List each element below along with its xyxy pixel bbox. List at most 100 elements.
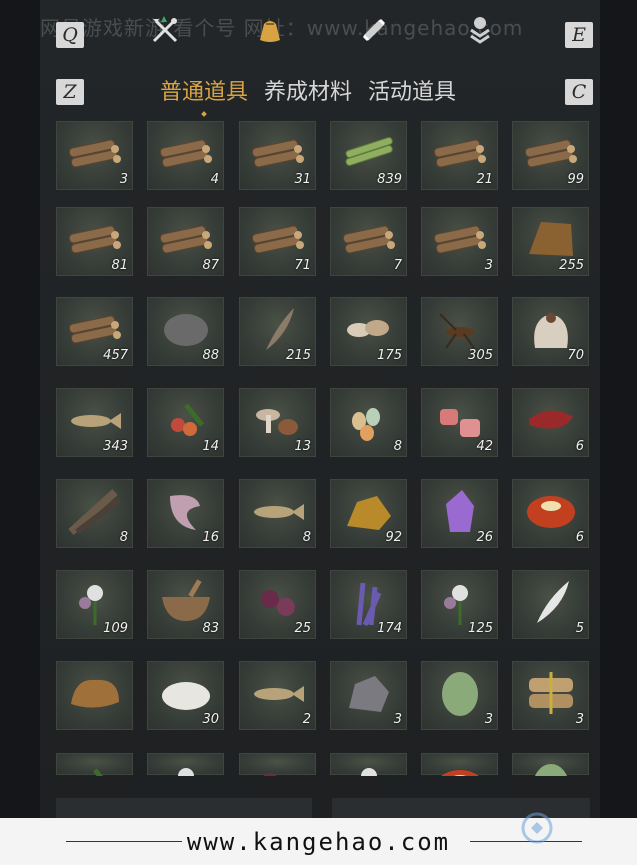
green-herb-icon: [339, 760, 399, 776]
inventory-slot-mushrooms[interactable]: 13: [239, 388, 316, 457]
mushroom-slices-icon: [339, 304, 399, 354]
inventory-slot-lavender[interactable]: 174: [330, 570, 407, 639]
bottom-section-headers: [56, 798, 590, 820]
key-q-hint[interactable]: Q: [56, 22, 84, 48]
inventory-slot-bamboo-bundle[interactable]: 839: [330, 121, 407, 190]
inventory-slot-log-bundle[interactable]: 3: [56, 121, 133, 190]
inventory-slot-herb-bowl[interactable]: 83: [147, 570, 224, 639]
log-stack-icon: [248, 214, 308, 264]
inventory-slot-white-flower[interactable]: [147, 753, 224, 776]
iron-ore-icon: [339, 668, 399, 718]
item-count: 6: [575, 530, 584, 545]
cricket-icon: [430, 304, 490, 354]
inventory-slot-eggs[interactable]: 8: [330, 388, 407, 457]
inventory-slot-log-bundle[interactable]: 99: [512, 121, 589, 190]
log-bundle-icon: [430, 128, 490, 178]
inventory-slot-purple-flower[interactable]: 25: [239, 570, 316, 639]
key-e-hint[interactable]: E: [565, 22, 593, 48]
tab-common-items[interactable]: 普通道具: [160, 74, 248, 106]
cotton-icon: [156, 668, 216, 718]
footer-url[interactable]: www.kangehao.com: [187, 828, 450, 856]
inventory-slot-red-berries[interactable]: [56, 753, 133, 776]
inventory-slot-white-feather[interactable]: 5: [512, 570, 589, 639]
inventory-slot-mushroom-slices[interactable]: 175: [330, 297, 407, 366]
log-bundle-icon: [156, 214, 216, 264]
stone-icon: [156, 304, 216, 354]
item-count: 81: [111, 258, 128, 273]
inventory-slot-meat-chunks[interactable]: 42: [421, 388, 498, 457]
silver-fish-icon: [248, 486, 308, 536]
key-z-hint[interactable]: Z: [56, 79, 84, 105]
inventory-slot-lychee[interactable]: 14: [147, 388, 224, 457]
inventory-slot-log-stack[interactable]: 31: [239, 121, 316, 190]
inventory-slot-stone[interactable]: 88: [147, 297, 224, 366]
item-count: 343: [103, 439, 128, 454]
inventory-slot-iron-ore[interactable]: 3: [330, 661, 407, 730]
log-bundle-icon: [65, 214, 125, 264]
tab-event-items[interactable]: 活动道具: [368, 74, 456, 106]
pouch-icon[interactable]: [254, 14, 286, 46]
inventory-slot-birch-logs[interactable]: 7: [330, 207, 407, 276]
crossed-tools-icon[interactable]: [149, 14, 181, 46]
inventory-slot-feathers[interactable]: 8: [56, 479, 133, 548]
item-count: 2: [302, 712, 311, 727]
log-bundle-icon: [156, 128, 216, 178]
item-count: 175: [377, 348, 402, 363]
item-count: 8: [393, 439, 402, 454]
inventory-slot-log-stack[interactable]: 71: [239, 207, 316, 276]
inventory-slot-melon[interactable]: 3: [421, 661, 498, 730]
inventory-slot-flame-spark[interactable]: [421, 753, 498, 776]
inventory-slot-brown-fur[interactable]: [56, 661, 133, 730]
bark-pile-icon: [521, 214, 581, 264]
inventory-slot-gold-ore[interactable]: 92: [330, 479, 407, 548]
amethyst-icon: [430, 486, 490, 536]
inventory-slot-pink-flower[interactable]: [239, 753, 316, 776]
inventory-slot-raw-steak[interactable]: 6: [512, 388, 589, 457]
item-count: 16: [202, 530, 219, 545]
inventory-slot-amethyst[interactable]: 26: [421, 479, 498, 548]
inventory-slot-log-bundle[interactable]: 4: [147, 121, 224, 190]
inventory-slot-log-bundle[interactable]: 21: [421, 121, 498, 190]
scroll-icon[interactable]: [358, 14, 390, 46]
inventory-slot-fur-pelt[interactable]: 16: [147, 479, 224, 548]
inventory-slot-cricket[interactable]: 305: [421, 297, 498, 366]
inventory-slot-cotton[interactable]: 30: [147, 661, 224, 730]
inventory-slot-cloth-bundle[interactable]: 3: [512, 661, 589, 730]
kangehao-logo: [521, 812, 553, 844]
agate-icon: [521, 486, 581, 536]
flame-spark-icon: [430, 760, 490, 776]
tab-growth-materials[interactable]: 养成材料: [264, 74, 352, 106]
category-tabs: 普通道具 养成材料 活动道具: [160, 74, 456, 106]
inventory-slot-silver-fish[interactable]: 8: [239, 479, 316, 548]
inventory-slot-log-bundle[interactable]: 87: [147, 207, 224, 276]
key-c-hint[interactable]: C: [565, 79, 593, 105]
item-count: 71: [294, 258, 311, 273]
fish-icon: [65, 395, 125, 445]
inventory-slot-log-bundle[interactable]: 81: [56, 207, 133, 276]
inventory-slot-green-fruit[interactable]: [512, 753, 589, 776]
item-count: 70: [567, 348, 584, 363]
inventory-slot-grain-sack[interactable]: 70: [512, 297, 589, 366]
item-count: 4: [210, 172, 219, 187]
inventory-slot-bark-pile[interactable]: 255: [512, 207, 589, 276]
item-count: 305: [468, 348, 493, 363]
log-bundle-icon: [65, 128, 125, 178]
pink-flower-icon: [248, 760, 308, 776]
inventory-slot-green-herb[interactable]: [330, 753, 407, 776]
rank-badge-icon[interactable]: [464, 14, 496, 46]
inventory-slot-white-lily[interactable]: 109: [56, 570, 133, 639]
item-count: 215: [286, 348, 311, 363]
gold-ore-icon: [339, 486, 399, 536]
inventory-slot-white-blossom[interactable]: 125: [421, 570, 498, 639]
fur-pelt-icon: [156, 486, 216, 536]
inventory-slot-river-fish[interactable]: 2: [239, 661, 316, 730]
inventory-slot-firewood[interactable]: 457: [56, 297, 133, 366]
feathers-icon: [65, 486, 125, 536]
item-count: 21: [476, 172, 493, 187]
inventory-slot-feather[interactable]: 215: [239, 297, 316, 366]
inventory-slot-agate[interactable]: 6: [512, 479, 589, 548]
item-count: 3: [119, 172, 128, 187]
inventory-slot-fish[interactable]: 343: [56, 388, 133, 457]
item-count: 3: [484, 258, 493, 273]
inventory-slot-log-pair[interactable]: 3: [421, 207, 498, 276]
